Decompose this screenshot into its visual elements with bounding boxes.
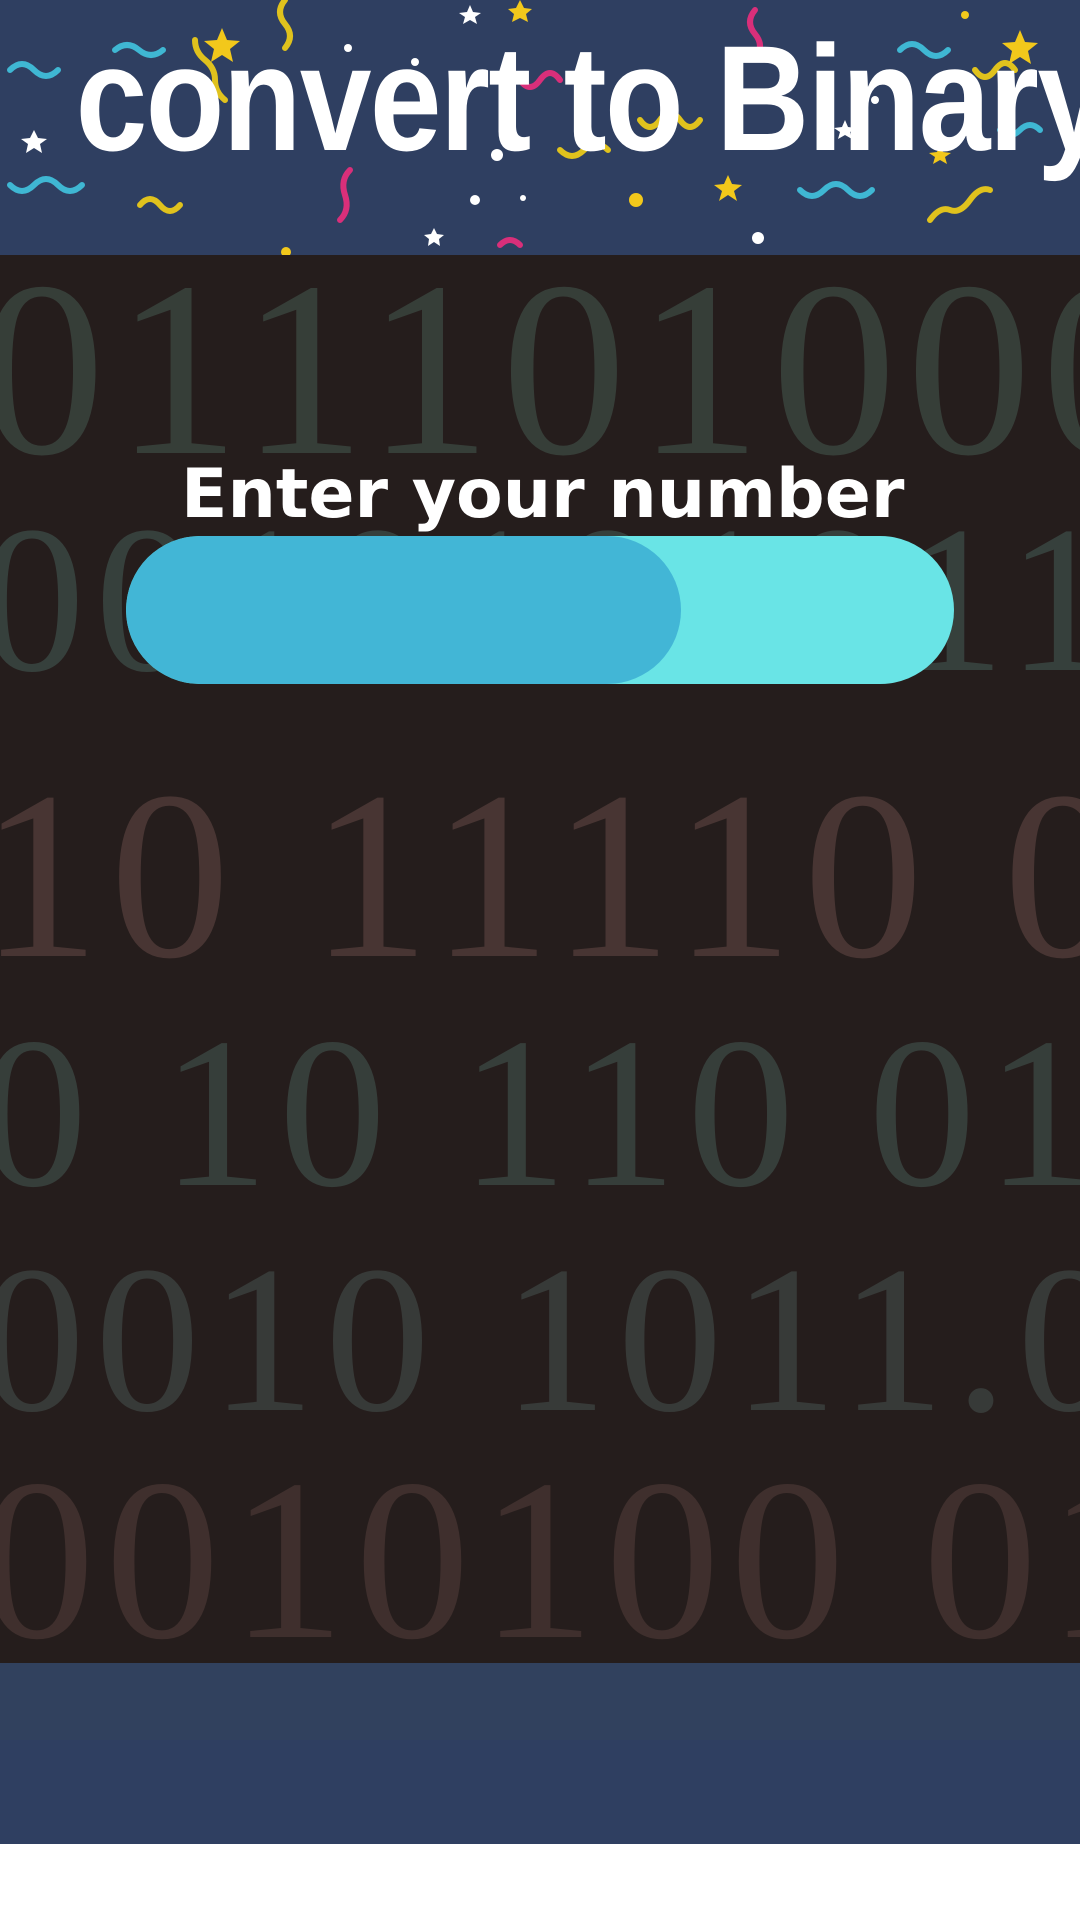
app-screen: convert to Binary 01110100001 0010101011… xyxy=(0,0,1080,1920)
digit-row: 0010 1011.00 xyxy=(0,1224,1080,1456)
footer-bar xyxy=(0,1740,1080,1844)
digit-row: 0010100 01 11 xyxy=(0,1432,1080,1687)
number-input[interactable] xyxy=(126,536,954,684)
page-title: convert to Binary xyxy=(75,14,1080,182)
number-input-container[interactable] xyxy=(126,536,954,684)
input-prompt-label: Enter your number xyxy=(181,455,905,534)
digit-row: 10 11110 0 0 xyxy=(0,742,1080,1008)
tint-band xyxy=(0,1663,1080,1740)
header-banner: convert to Binary xyxy=(0,0,1080,255)
digit-row: 0 10 110 0101 xyxy=(0,993,1080,1232)
